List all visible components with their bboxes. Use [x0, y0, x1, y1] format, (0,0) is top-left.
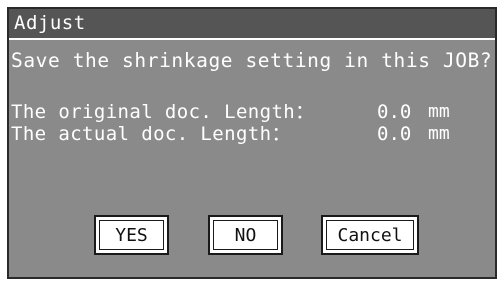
cancel-button[interactable]: Cancel [321, 215, 419, 255]
actual-length-label: The actual doc. Length： [11, 123, 291, 145]
screen: Adjust Save the shrinkage setting in thi… [0, 0, 504, 286]
adjust-dialog: Adjust Save the shrinkage setting in thi… [7, 7, 497, 279]
no-button[interactable]: NO [208, 215, 283, 255]
original-length-row: The original doc. Length： 0.0 mm [11, 101, 491, 123]
save-question: Save the shrinkage setting in this JOB? [11, 49, 493, 72]
dialog-title: Adjust [14, 12, 86, 34]
actual-length-row: The actual doc. Length： 0.0 mm [11, 123, 491, 145]
actual-length-value: 0.0 [377, 123, 412, 145]
original-length-unit: mm [428, 101, 450, 122]
cancel-button-label: Cancel [326, 220, 414, 250]
yes-button-label: YES [99, 220, 164, 250]
no-button-label: NO [213, 220, 278, 250]
yes-button[interactable]: YES [94, 215, 169, 255]
dialog-titlebar: Adjust [9, 9, 495, 40]
original-length-label: The original doc. Length： [11, 101, 315, 123]
actual-length-unit: mm [428, 123, 450, 144]
original-length-value: 0.0 [377, 101, 412, 123]
